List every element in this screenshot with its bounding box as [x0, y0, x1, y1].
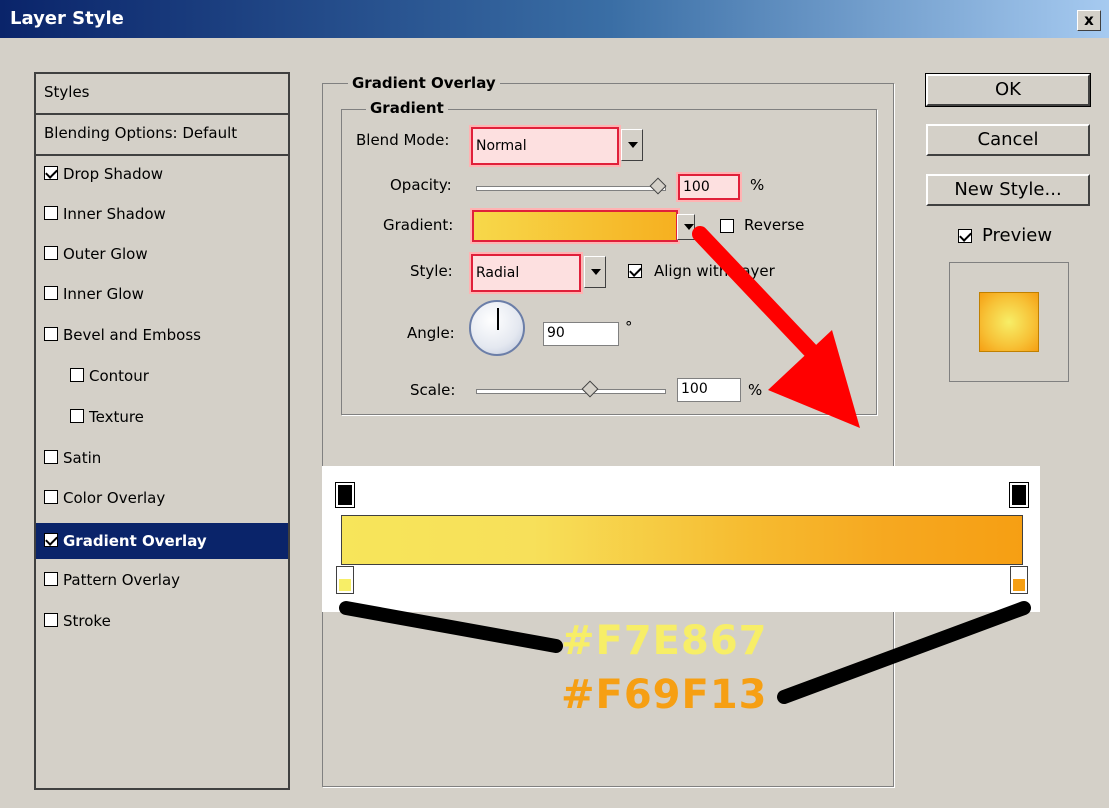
gradient-overlay-checkbox[interactable] [44, 532, 58, 547]
sidebar-item-inner-shadow[interactable]: Inner Shadow [36, 196, 288, 237]
gradient-bar[interactable] [341, 515, 1023, 565]
color-stop-left-fill [339, 579, 351, 591]
preview-checkbox[interactable] [958, 229, 972, 243]
blend-mode-dropdown-icon[interactable] [621, 129, 643, 161]
stroke-checkbox[interactable] [44, 612, 58, 627]
sidebar-item-stroke[interactable]: Stroke [36, 603, 288, 644]
satin-checkbox[interactable] [44, 449, 58, 464]
sidebar-item-contour[interactable]: Contour [36, 358, 288, 399]
ok-button[interactable]: OK [925, 73, 1091, 107]
preview-swatch [979, 292, 1039, 352]
scale-unit: % [748, 381, 763, 399]
blend-mode-select[interactable]: Normal [471, 127, 619, 165]
opacity-input[interactable]: 100 [678, 174, 740, 200]
close-button[interactable]: x [1077, 10, 1101, 31]
angle-unit: ° [625, 318, 633, 336]
section-title: Gradient Overlay [348, 74, 500, 92]
bevel-emboss-checkbox[interactable] [44, 326, 58, 341]
opacity-slider[interactable] [476, 186, 666, 191]
color-stop-right-fill [1013, 579, 1025, 591]
sidebar-item-label: Drop Shadow [63, 165, 164, 183]
sidebar-item-label: Contour [89, 367, 149, 385]
title-bar: Layer Style x [0, 0, 1109, 38]
sidebar-item-gradient-overlay[interactable]: Gradient Overlay [36, 523, 288, 559]
angle-dial-icon[interactable] [469, 300, 525, 356]
blending-options-item[interactable]: Blending Options: Default [36, 115, 288, 156]
sidebar-item-pattern-overlay[interactable]: Pattern Overlay [36, 562, 288, 603]
color-stop-left[interactable] [336, 566, 354, 594]
opacity-stop-right[interactable] [1009, 482, 1029, 508]
sidebar-item-label: Color Overlay [63, 489, 166, 507]
preview-label: Preview [982, 225, 1053, 246]
sidebar-item-label: Texture [89, 408, 144, 426]
inner-shadow-checkbox[interactable] [44, 205, 58, 220]
sidebar-item-label: Gradient Overlay [63, 532, 207, 550]
contour-checkbox[interactable] [70, 367, 84, 382]
drop-shadow-checkbox[interactable] [44, 165, 58, 180]
scale-input[interactable]: 100 [677, 378, 741, 402]
blend-mode-label: Blend Mode: [356, 131, 450, 149]
scale-slider[interactable] [476, 389, 666, 394]
sidebar-item-inner-glow[interactable]: Inner Glow [36, 276, 288, 317]
color-label-1: #F7E867 [561, 618, 768, 664]
angle-input[interactable]: 90 [543, 322, 619, 346]
sidebar-item-label: Pattern Overlay [63, 571, 181, 589]
sidebar-item-label: Stroke [63, 612, 111, 630]
window-title: Layer Style [10, 8, 124, 29]
preview-thumbnail [949, 262, 1069, 382]
color-overlay-checkbox[interactable] [44, 489, 58, 504]
gradient-label: Gradient: [383, 216, 454, 234]
sidebar-item-label: Inner Glow [63, 285, 144, 303]
reverse-checkbox[interactable] [720, 219, 734, 233]
inner-glow-checkbox[interactable] [44, 285, 58, 300]
sidebar-item-drop-shadow[interactable]: Drop Shadow [36, 156, 288, 197]
align-with-layer-checkbox[interactable] [628, 264, 642, 278]
styles-list: Styles Blending Options: Default Drop Sh… [34, 72, 290, 790]
outer-glow-checkbox[interactable] [44, 245, 58, 260]
group-title: Gradient [366, 99, 448, 117]
style-dropdown-icon[interactable] [584, 256, 606, 288]
sidebar-item-label: Inner Shadow [63, 205, 166, 223]
sidebar-item-label: Satin [63, 449, 102, 467]
style-select[interactable]: Radial [471, 254, 581, 292]
gradient-dropdown-icon[interactable] [677, 214, 695, 240]
scale-label: Scale: [410, 381, 456, 399]
sidebar-item-outer-glow[interactable]: Outer Glow [36, 236, 288, 277]
pattern-overlay-checkbox[interactable] [44, 571, 58, 586]
opacity-stop-left[interactable] [335, 482, 355, 508]
styles-header[interactable]: Styles [36, 74, 288, 115]
sidebar-item-bevel-emboss[interactable]: Bevel and Emboss [36, 317, 288, 358]
gradient-editor [322, 466, 1040, 612]
opacity-unit: % [750, 176, 765, 194]
color-stop-right[interactable] [1010, 566, 1028, 594]
sidebar-item-label: Bevel and Emboss [63, 326, 201, 344]
sidebar-item-color-overlay[interactable]: Color Overlay [36, 480, 288, 521]
style-label: Style: [410, 262, 453, 280]
cancel-button[interactable]: Cancel [926, 124, 1090, 156]
gradient-picker[interactable] [472, 210, 678, 242]
texture-checkbox[interactable] [70, 408, 84, 423]
sidebar-item-label: Outer Glow [63, 245, 148, 263]
sidebar-item-satin[interactable]: Satin [36, 440, 288, 481]
opacity-label: Opacity: [390, 176, 452, 194]
align-with-layer-label: Align with Layer [654, 262, 775, 280]
reverse-label: Reverse [744, 216, 805, 234]
color-label-2: #F69F13 [561, 672, 768, 718]
angle-label: Angle: [407, 324, 455, 342]
sidebar-item-texture[interactable]: Texture [36, 399, 288, 440]
new-style-button[interactable]: New Style... [926, 174, 1090, 206]
